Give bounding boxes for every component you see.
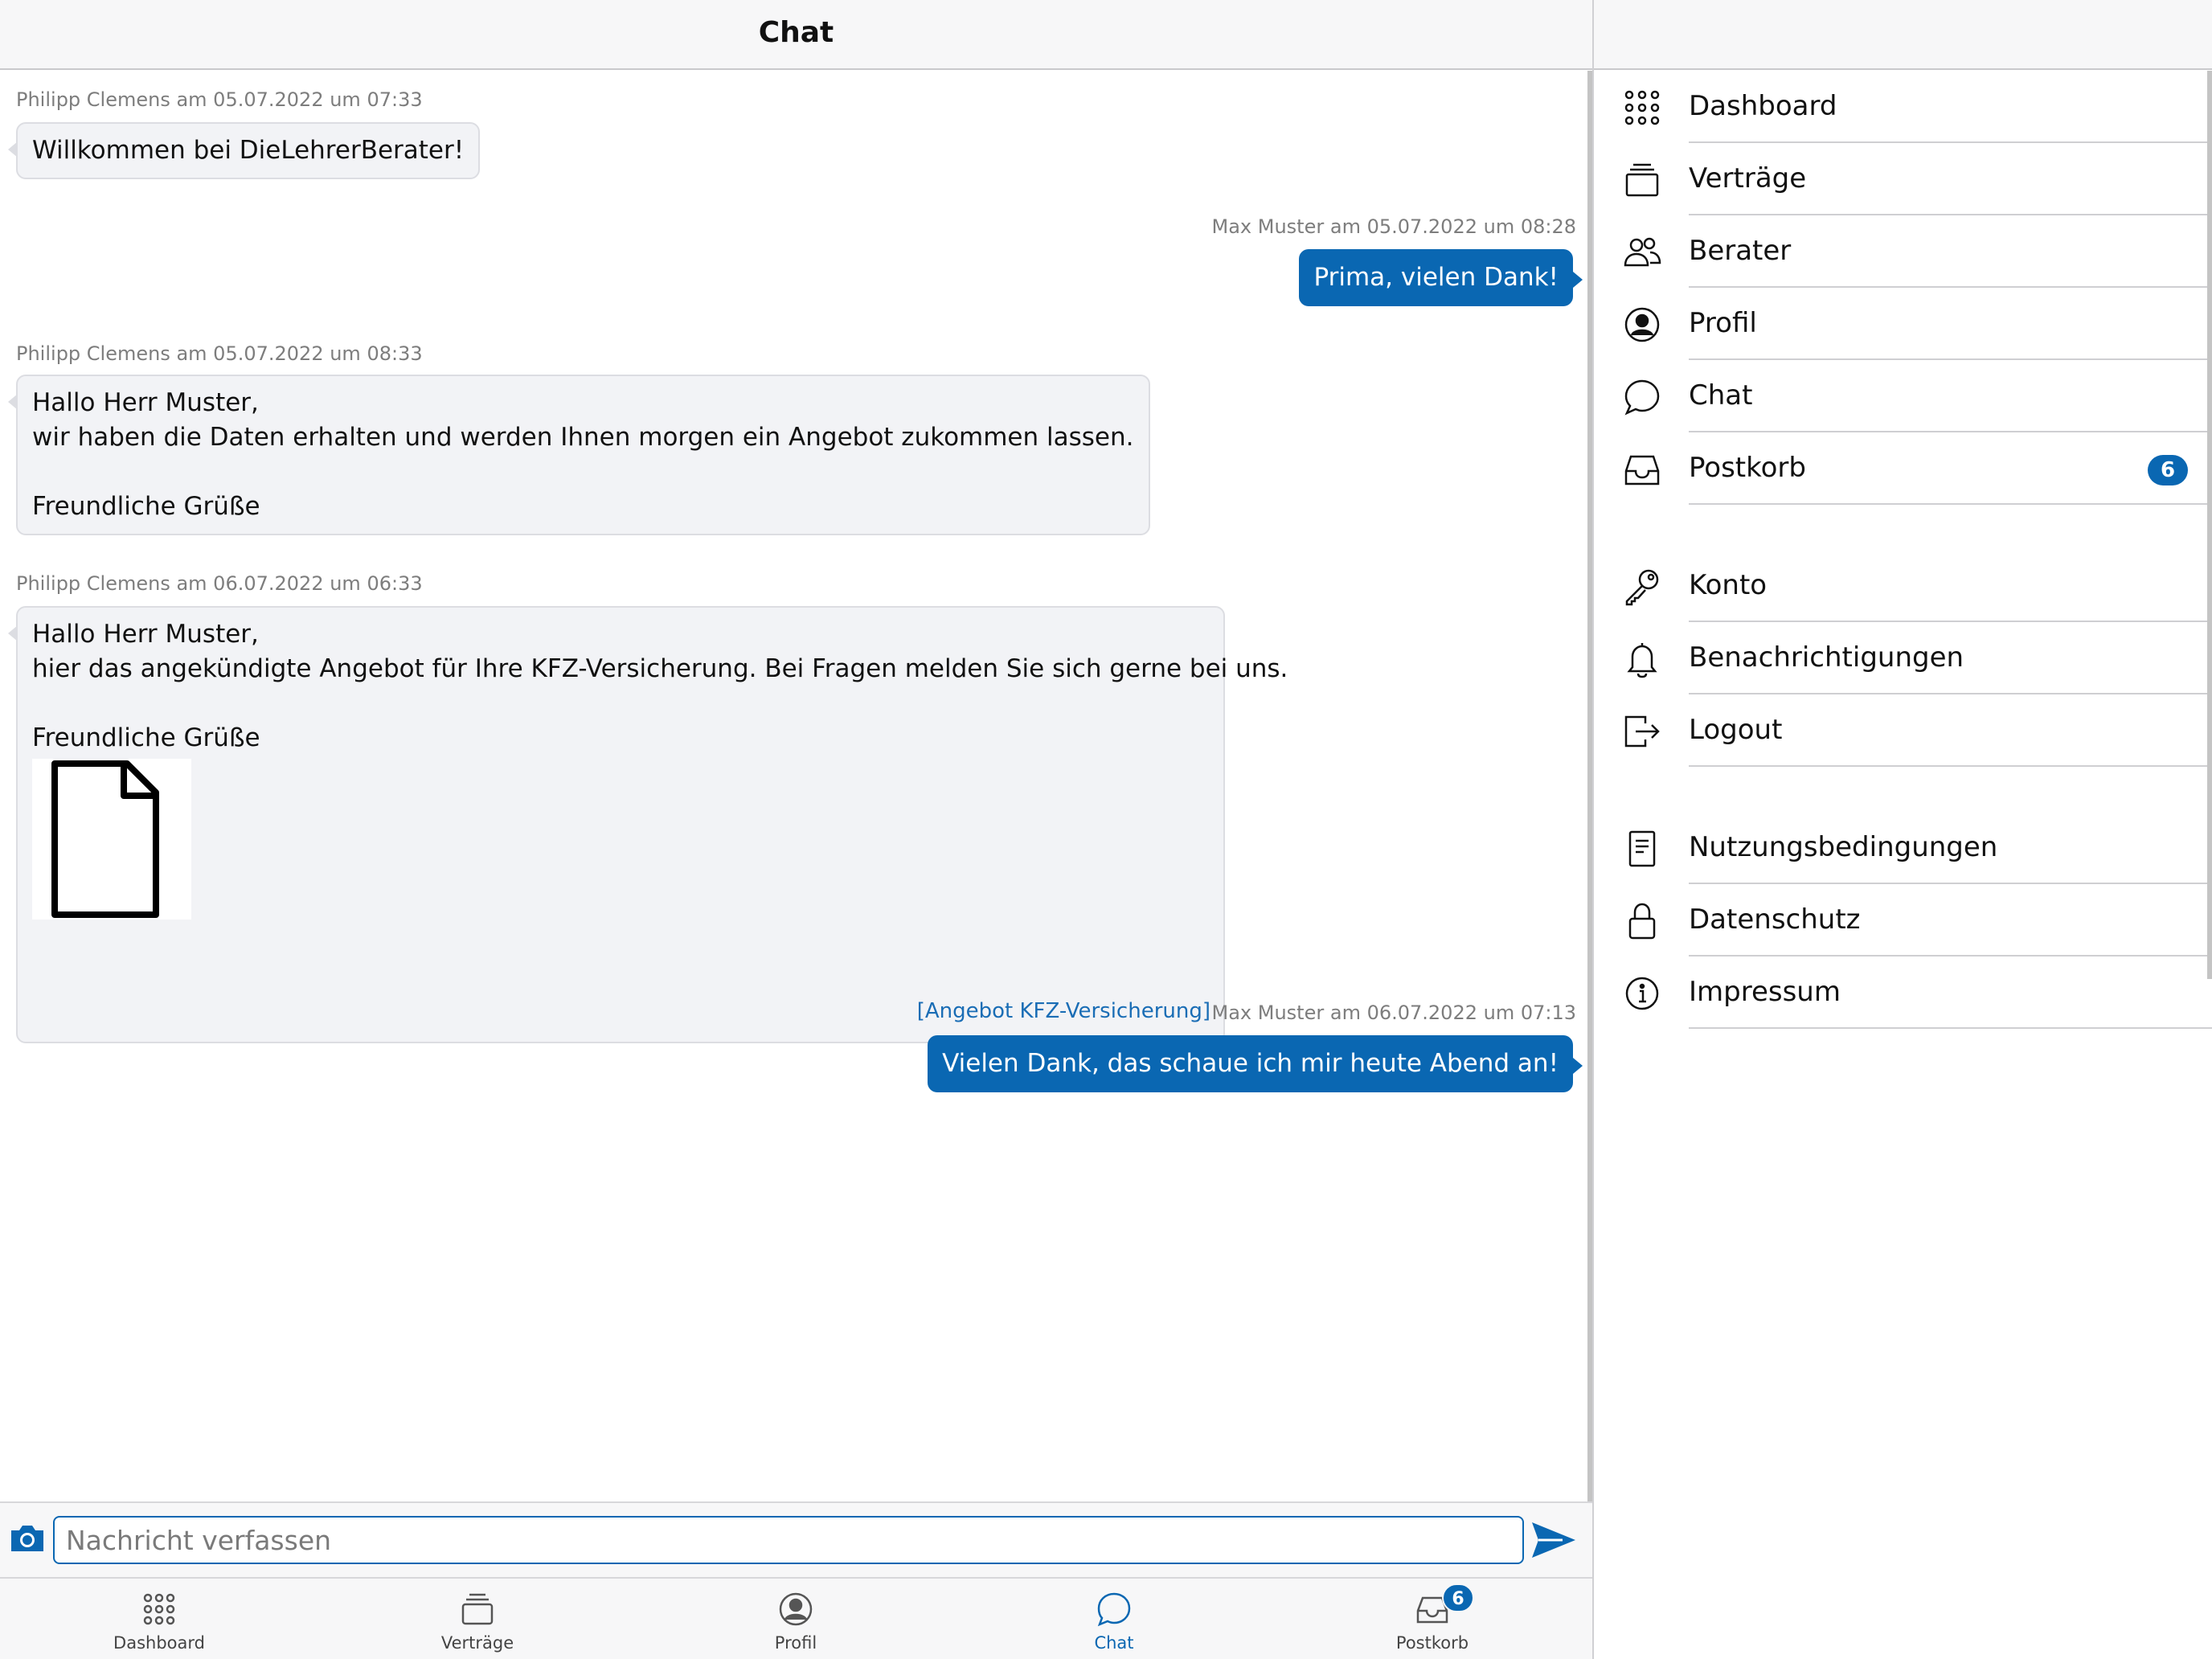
menu-item-chat[interactable]: Chat bbox=[1594, 360, 2212, 432]
message-text: Willkommen bei DieLehrerBerater! bbox=[32, 136, 465, 165]
menu-item-label: Verträge bbox=[1689, 162, 1807, 195]
message-bubble-incoming: Hallo Herr Muster, hier das angekündigte… bbox=[8, 606, 1288, 1043]
navigation-bar: Chat bbox=[0, 0, 1592, 70]
message-meta: Philipp Clemens am 05.07.2022 um 08:33 bbox=[16, 342, 423, 365]
chat-bubble-icon bbox=[1095, 1590, 1133, 1628]
tab-label: Profil bbox=[774, 1633, 817, 1653]
menu-item-label: Nutzungsbedingungen bbox=[1689, 831, 1998, 863]
tab-badge: 6 bbox=[1442, 1583, 1474, 1612]
message-input[interactable] bbox=[53, 1516, 1524, 1564]
message-text: Hallo Herr Muster, bbox=[32, 620, 259, 649]
message-text: Hallo Herr Muster, bbox=[32, 388, 259, 417]
inbox-icon bbox=[1623, 450, 1661, 489]
message-meta: Philipp Clemens am 06.07.2022 um 06:33 bbox=[16, 572, 423, 595]
menu-item-berater[interactable]: Berater bbox=[1594, 215, 2212, 288]
menu-header bbox=[1594, 0, 2212, 70]
menu-item-label: Chat bbox=[1689, 379, 1753, 412]
message-meta: Max Muster am 05.07.2022 um 08:28 bbox=[1211, 215, 1576, 238]
menu-item-label: Dashboard bbox=[1689, 90, 1837, 122]
message-list[interactable]: Philipp Clemens am 05.07.2022 um 07:33 W… bbox=[0, 71, 1592, 1501]
message-bubble-outgoing: Prima, vielen Dank! bbox=[1299, 249, 1583, 306]
menu-item-label: Profil bbox=[1689, 307, 1757, 339]
menu-item-dashboard[interactable]: Dashboard bbox=[1594, 71, 2212, 143]
menu-item-nutzungsbedingungen[interactable]: Nutzungsbedingungen bbox=[1594, 812, 2212, 884]
unread-badge: 6 bbox=[2148, 455, 2188, 485]
menu-item-label: Konto bbox=[1689, 569, 1768, 601]
grid-icon bbox=[1623, 88, 1661, 127]
message-bubble-incoming: Willkommen bei DieLehrerBerater! bbox=[7, 122, 481, 179]
chat-bubble-icon bbox=[1623, 378, 1661, 416]
user-circle-icon bbox=[1623, 305, 1661, 344]
camera-icon[interactable] bbox=[8, 1519, 47, 1558]
menu-item-benachrichtigungen[interactable]: Benachrichtigungen bbox=[1594, 622, 2212, 694]
grid-icon bbox=[140, 1590, 178, 1628]
document-lines-icon bbox=[1623, 830, 1661, 868]
tab-chat[interactable]: Chat bbox=[1034, 1579, 1194, 1659]
menu-item-label: Logout bbox=[1689, 714, 1783, 746]
send-icon[interactable] bbox=[1530, 1519, 1577, 1561]
tab-label: Postkorb bbox=[1395, 1633, 1469, 1653]
message-text: Freundliche Grüße bbox=[32, 723, 260, 752]
user-circle-icon bbox=[776, 1590, 815, 1628]
tab-vertraege[interactable]: Verträge bbox=[397, 1579, 558, 1659]
tab-label: Dashboard bbox=[113, 1633, 205, 1653]
tab-dashboard[interactable]: Dashboard bbox=[79, 1579, 240, 1659]
people-icon bbox=[1623, 233, 1661, 272]
message-text: Freundliche Grüße bbox=[32, 492, 260, 521]
tab-postkorb[interactable]: 6 Postkorb bbox=[1352, 1579, 1513, 1659]
menu-item-vertraege[interactable]: Verträge bbox=[1594, 143, 2212, 215]
scrollbar[interactable] bbox=[2207, 71, 2212, 979]
key-icon bbox=[1623, 567, 1661, 606]
stack-icon bbox=[458, 1590, 497, 1628]
tab-profil[interactable]: Profil bbox=[715, 1579, 876, 1659]
menu-item-label: Benachrichtigungen bbox=[1689, 641, 1964, 674]
menu-item-label: Datenschutz bbox=[1689, 903, 1861, 936]
message-meta: Philipp Clemens am 05.07.2022 um 07:33 bbox=[16, 88, 423, 111]
message-text: hier das angekündigte Angebot für Ihre K… bbox=[32, 654, 1288, 683]
menu-item-konto[interactable]: Konto bbox=[1594, 550, 2212, 622]
message-bubble-incoming: Hallo Herr Muster, wir haben die Daten e… bbox=[8, 375, 1150, 535]
lock-icon bbox=[1623, 902, 1661, 940]
menu-item-datenschutz[interactable]: Datenschutz bbox=[1594, 884, 2212, 956]
menu-item-label: Postkorb bbox=[1689, 452, 1806, 484]
message-bubble-outgoing: Vielen Dank, das schaue ich mir heute Ab… bbox=[928, 1035, 1583, 1092]
message-text: wir haben die Daten erhalten und werden … bbox=[32, 423, 1134, 452]
message-composer bbox=[0, 1501, 1592, 1577]
document-icon[interactable] bbox=[32, 759, 191, 920]
tab-bar: Dashboard Verträge Profil Chat 6 Postkor… bbox=[0, 1577, 1592, 1659]
bell-icon bbox=[1623, 640, 1661, 678]
logout-icon bbox=[1623, 712, 1661, 751]
attachment-link[interactable]: [Angebot KFZ-Versicherung] bbox=[917, 994, 1210, 1029]
tab-label: Chat bbox=[1094, 1633, 1134, 1653]
page-title: Chat bbox=[758, 16, 834, 49]
menu-item-logout[interactable]: Logout bbox=[1594, 694, 2212, 767]
menu-item-profil[interactable]: Profil bbox=[1594, 288, 2212, 360]
menu-item-label: Berater bbox=[1689, 235, 1792, 267]
chat-pane: Chat Philipp Clemens am 05.07.2022 um 07… bbox=[0, 0, 1592, 1659]
message-text: Vielen Dank, das schaue ich mir heute Ab… bbox=[942, 1049, 1559, 1078]
stack-icon bbox=[1623, 161, 1661, 199]
menu-item-impressum[interactable]: Impressum bbox=[1594, 956, 2212, 1029]
menu-item-label: Impressum bbox=[1689, 976, 1841, 1008]
info-icon bbox=[1623, 974, 1661, 1013]
menu-item-postkorb[interactable]: Postkorb 6 bbox=[1594, 432, 2212, 505]
tab-label: Verträge bbox=[440, 1633, 514, 1653]
message-text: Prima, vielen Dank! bbox=[1313, 263, 1559, 292]
message-meta: Max Muster am 06.07.2022 um 07:13 bbox=[1211, 1002, 1576, 1024]
side-menu: Dashboard Verträge Berater Profil Chat P… bbox=[1592, 0, 2212, 1659]
